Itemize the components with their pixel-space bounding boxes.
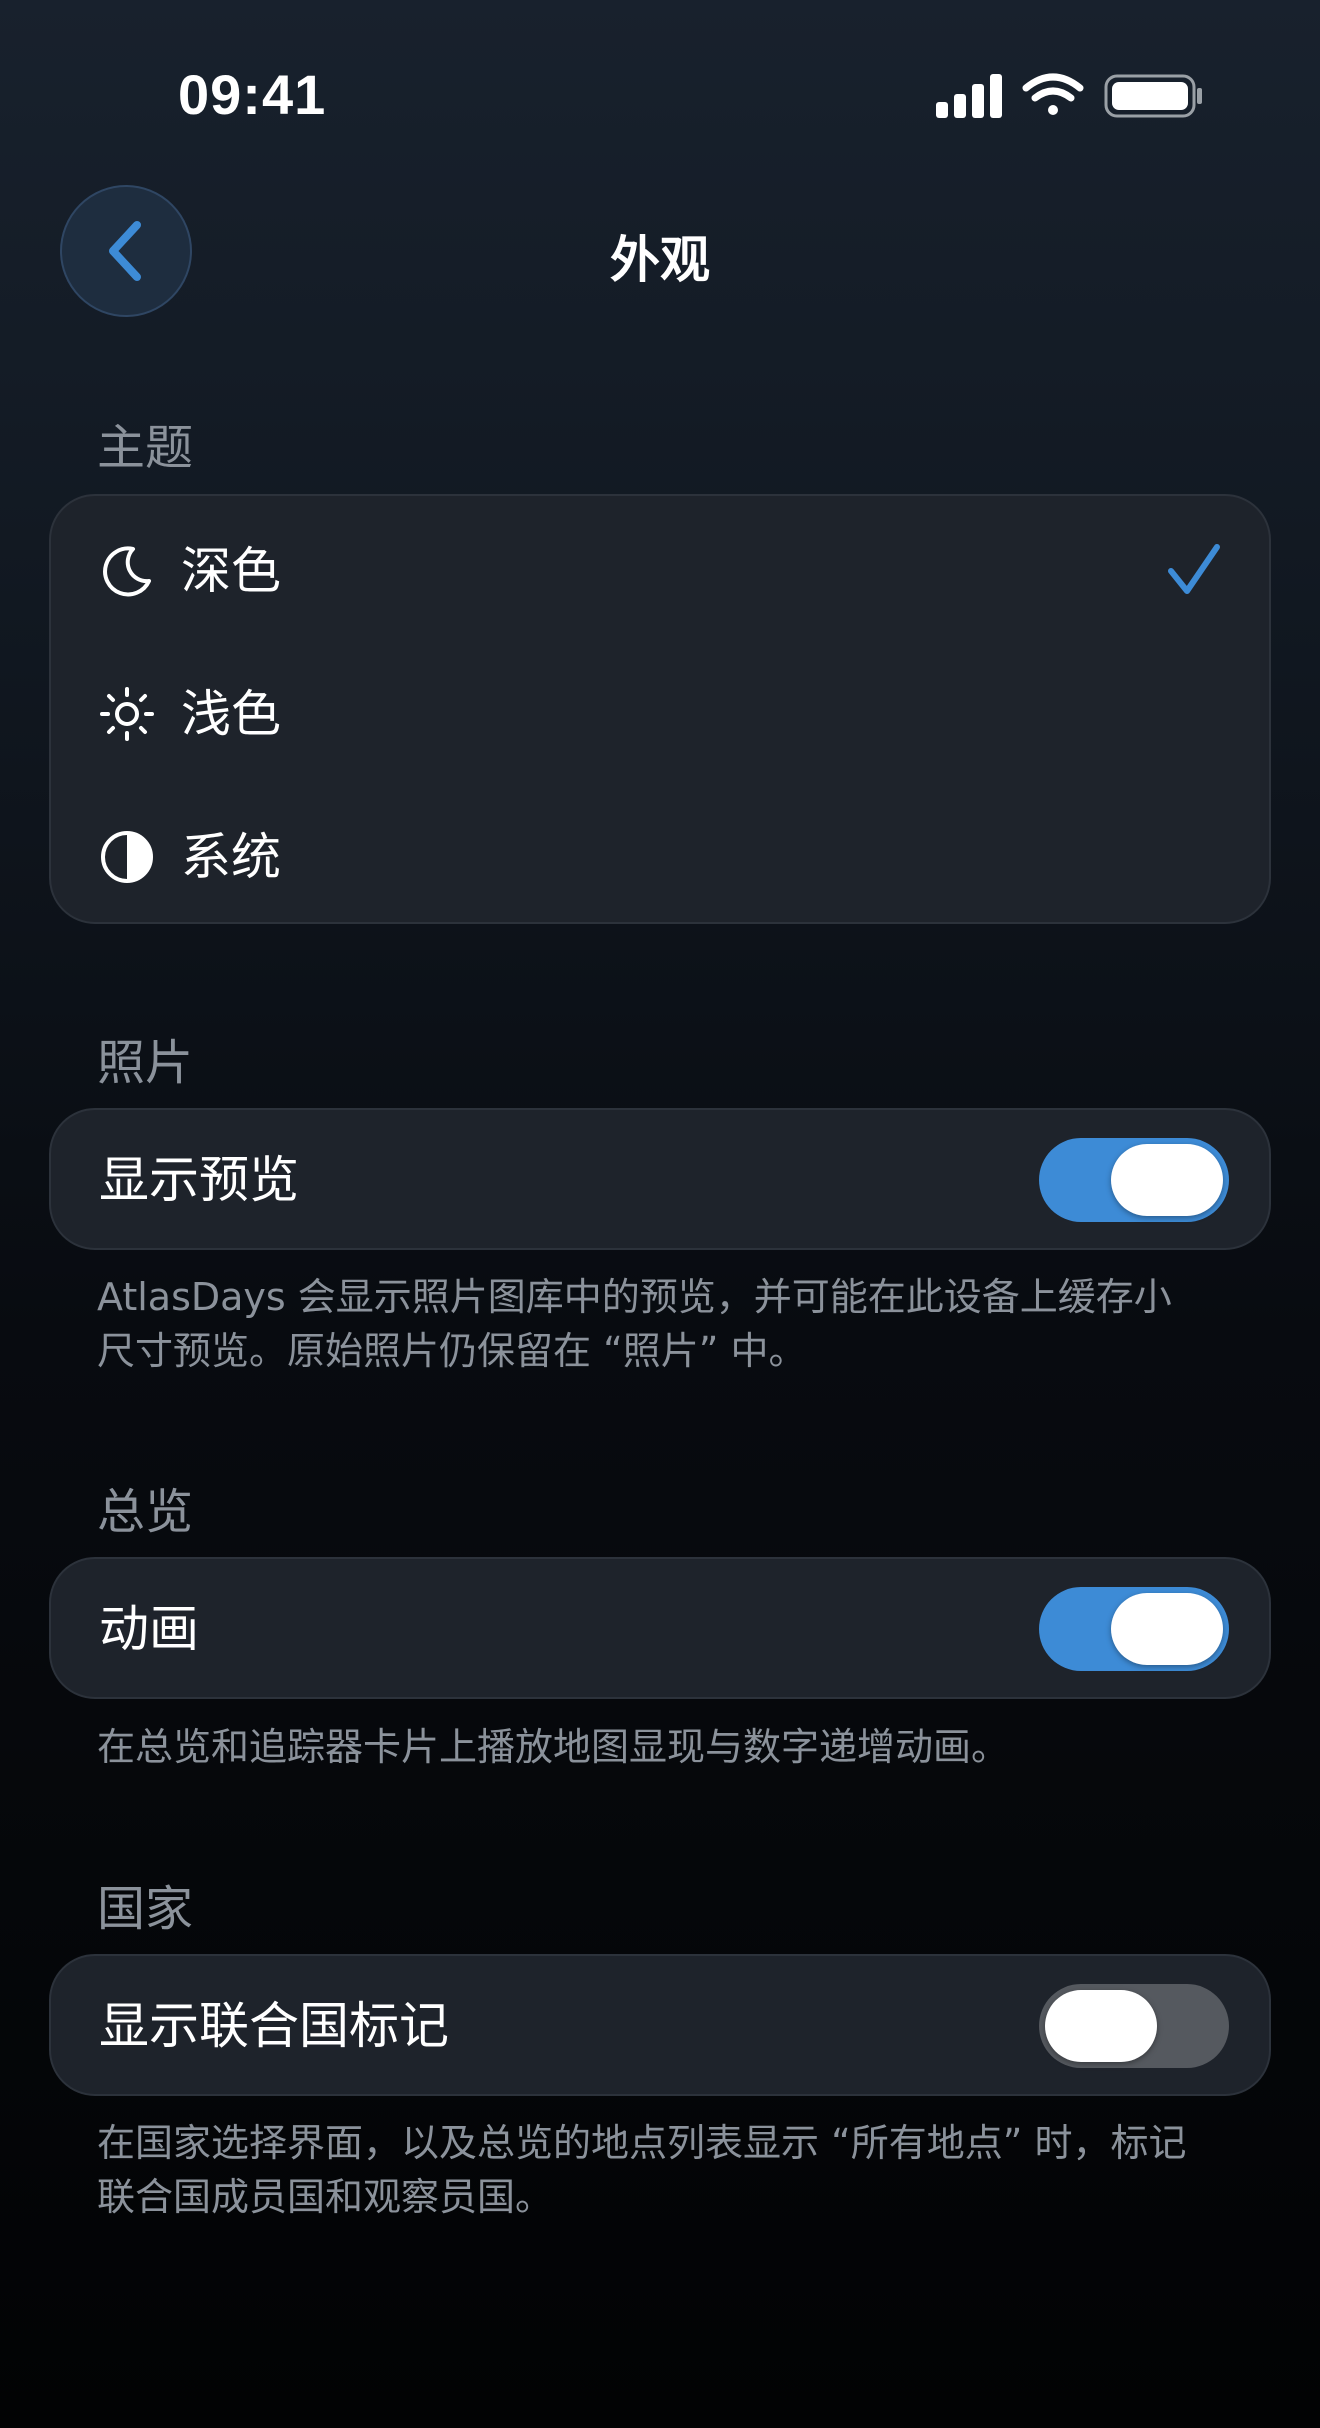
battery-icon [1104, 74, 1202, 118]
un-marker-row: 显示联合国标记 [51, 1956, 1269, 2096]
show-preview-row: 显示预览 [51, 1110, 1269, 1250]
toggle-knob [1111, 1144, 1223, 1216]
theme-card: 深色 浅色 系统 [49, 494, 1271, 924]
checkmark-icon [1168, 544, 1220, 594]
un-marker-label: 显示联合国标记 [99, 1997, 449, 2055]
countries-card: 显示联合国标记 [49, 1954, 1271, 2096]
toggle-knob [1111, 1593, 1223, 1665]
toggle-knob [1045, 1990, 1157, 2062]
animation-label: 动画 [99, 1600, 199, 1658]
status-time: 09:41 [178, 63, 327, 126]
theme-option-system[interactable]: 系统 [51, 787, 1269, 927]
show-preview-toggle[interactable] [1039, 1138, 1229, 1222]
contrast-icon [101, 831, 153, 883]
show-preview-label: 显示预览 [99, 1151, 299, 1209]
page-title: 外观 [610, 231, 710, 289]
overview-footnote: 在总览和追踪器卡片上播放地图显现与数字递增动画。 [97, 1725, 1010, 1769]
wifi-icon [1022, 73, 1084, 115]
theme-option-label: 浅色 [181, 685, 281, 743]
photos-card: 显示预览 [49, 1108, 1271, 1250]
photos-footnote: AtlasDays 会显示照片图库中的预览，并可能在此设备上缓存小尺寸预览。原始… [97, 1275, 1172, 1373]
section-header-photos: 照片 [97, 1035, 194, 1091]
theme-option-label: 系统 [181, 828, 281, 886]
un-marker-toggle[interactable] [1039, 1984, 1229, 2068]
moon-icon [103, 546, 151, 597]
section-header-countries: 国家 [97, 1881, 194, 1937]
section-header-theme: 主题 [97, 420, 194, 476]
countries-footnote: 在国家选择界面，以及总览的地点列表显示 “所有地点” 时，标记联合国成员国和观察… [97, 2121, 1187, 2219]
signal-icon [936, 74, 1002, 118]
theme-option-dark[interactable]: 深色 [51, 501, 1269, 641]
animation-toggle[interactable] [1039, 1587, 1229, 1671]
animation-row: 动画 [51, 1559, 1269, 1699]
overview-card: 动画 [49, 1557, 1271, 1699]
theme-option-light[interactable]: 浅色 [51, 644, 1269, 784]
theme-option-label: 深色 [181, 542, 281, 600]
status-icons [936, 73, 1202, 118]
section-header-overview: 总览 [97, 1484, 194, 1540]
sun-icon [100, 687, 154, 741]
